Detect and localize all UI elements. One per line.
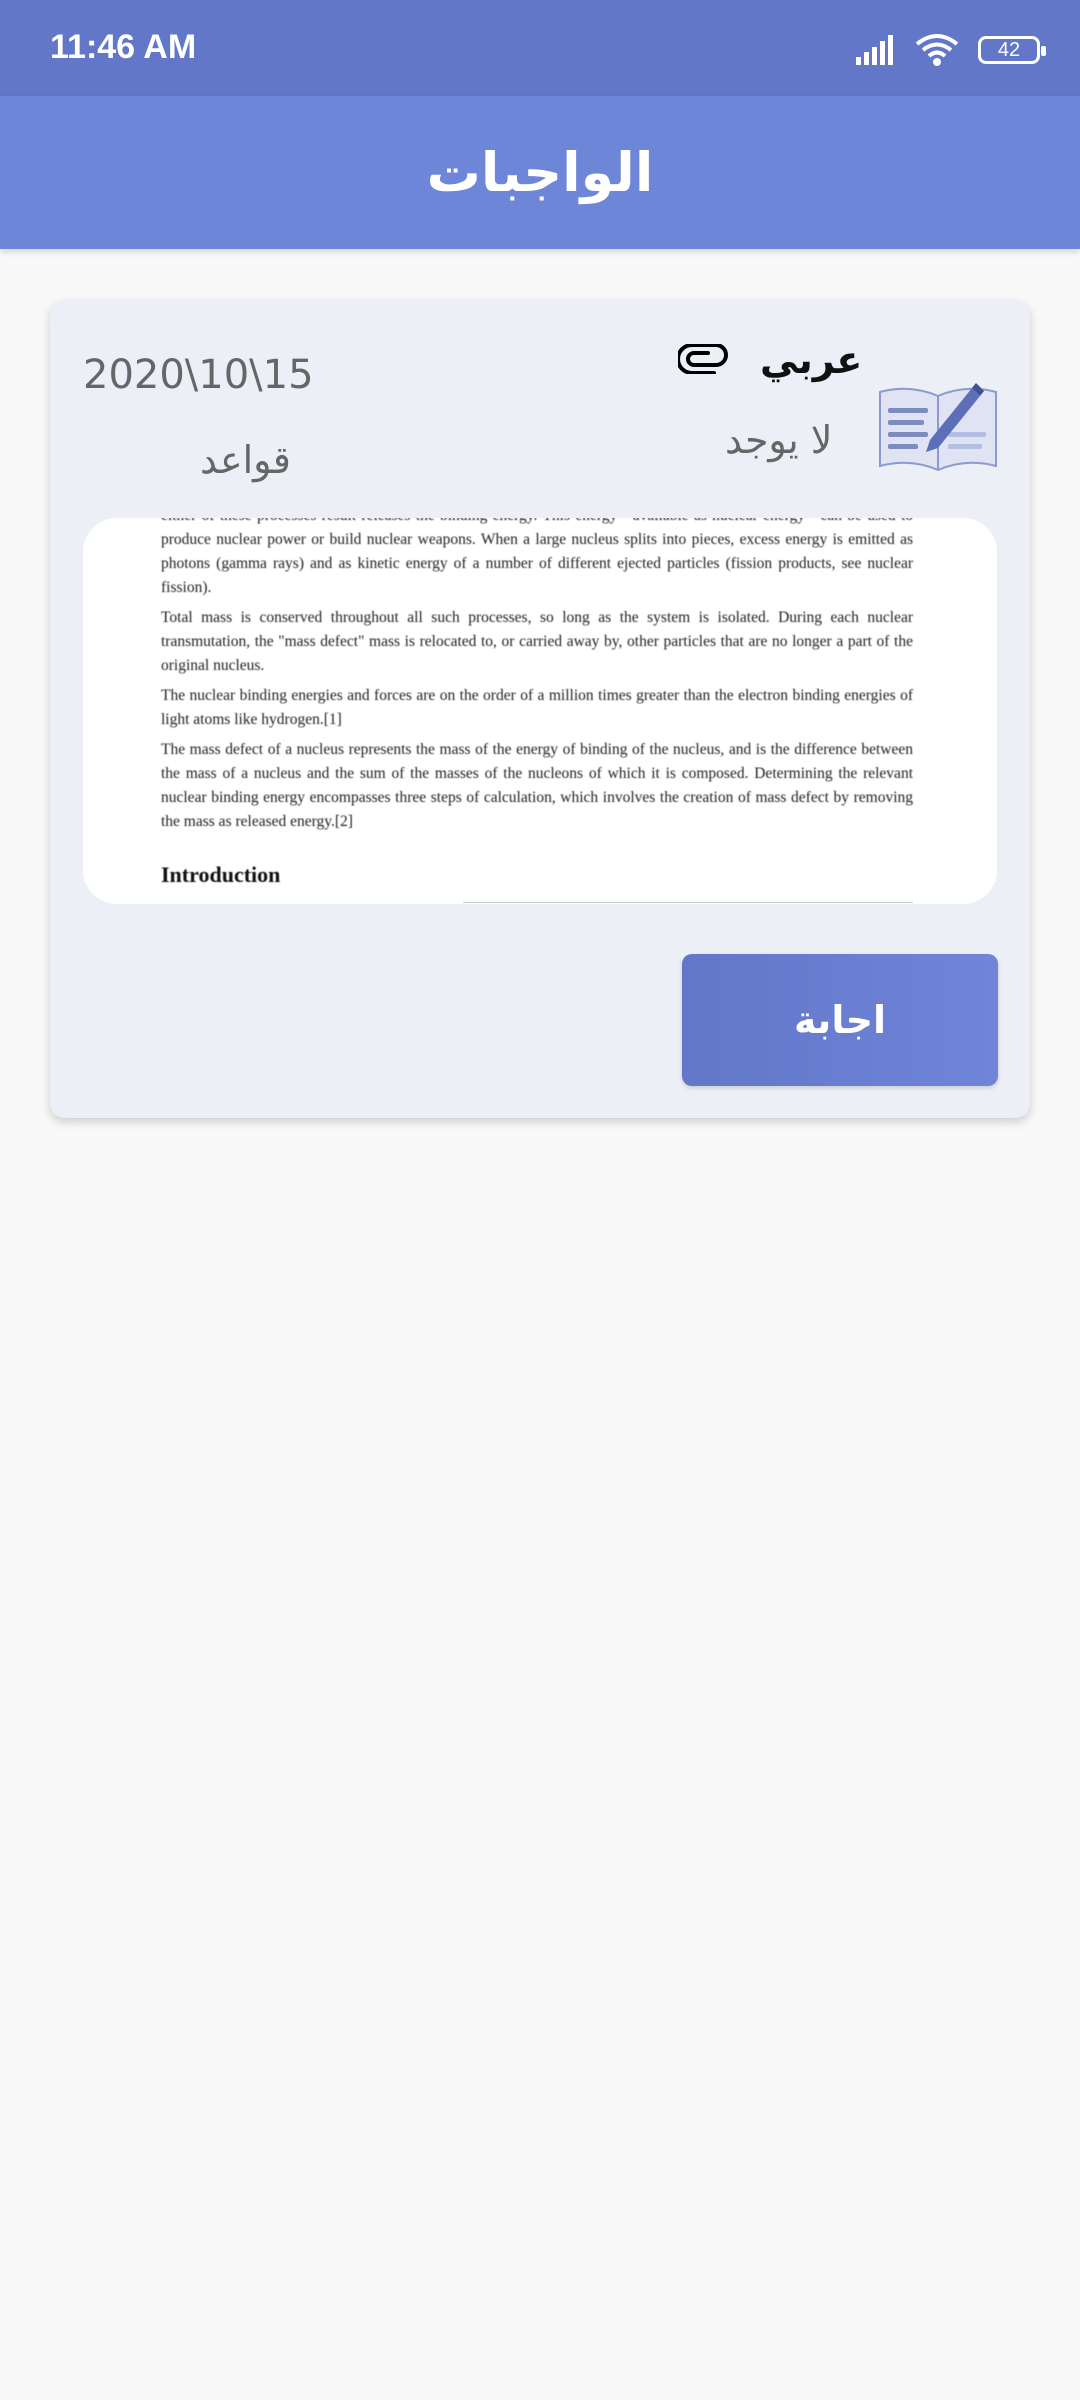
homework-book-icon	[879, 383, 997, 472]
status-time: 11:46 AM	[50, 28, 197, 66]
document-paragraph: Total mass is conserved throughout all s…	[161, 609, 913, 674]
document-paragraph: The mass defect of a nucleus represents …	[161, 741, 913, 830]
document-paragraph: The nuclear binding energies and forces …	[161, 687, 913, 728]
page-title: الواجبات	[426, 141, 654, 204]
attachment-status: لا يوجد	[725, 418, 833, 462]
app-bar: الواجبات	[0, 96, 1080, 249]
answer-button[interactable]: اجابة	[682, 954, 998, 1086]
lesson-name: قواعد	[200, 438, 291, 482]
document-heading: Introduction	[161, 862, 281, 887]
status-icons: 42	[854, 30, 1046, 70]
paperclip-icon	[678, 344, 728, 374]
document-divider	[463, 902, 913, 903]
battery-level: 42	[997, 38, 1021, 61]
subject-name: عربي	[760, 338, 863, 382]
battery-icon: 42	[978, 36, 1046, 64]
document-paragraph: either of these processes result release…	[161, 518, 913, 596]
wifi-icon	[915, 34, 959, 66]
signal-icon	[856, 35, 893, 65]
document-preview[interactable]: either of these processes result release…	[83, 518, 997, 904]
status-bar: 11:46 AM 42	[0, 0, 1080, 96]
homework-card[interactable]: 2020\10\15 قواعد عربي لا يوجد either of …	[50, 300, 1030, 1118]
homework-date: 2020\10\15	[83, 352, 314, 398]
document-text: either of these processes result release…	[161, 518, 913, 840]
